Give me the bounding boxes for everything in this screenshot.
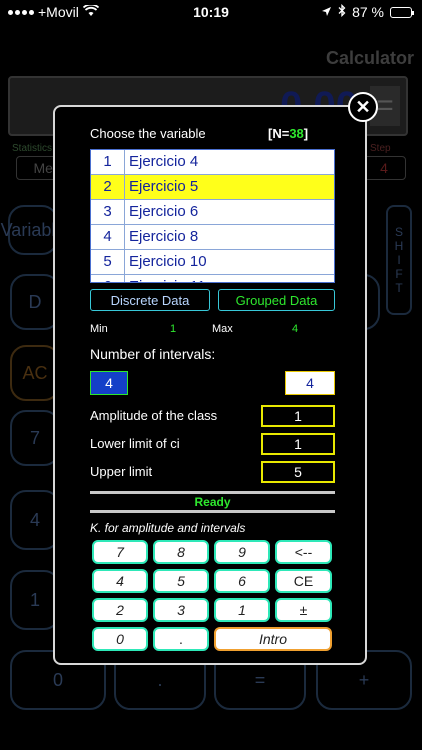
min-value: 1 [170,323,177,335]
list-item[interactable]: 3 Ejercicio 6 [91,200,334,225]
list-item-index: 5 [91,250,125,274]
count-value: 38 [289,126,304,141]
variable-button[interactable]: Variable [1,205,65,255]
lower-limit-field[interactable]: 1 [261,433,335,455]
grouped-data-button[interactable]: Grouped Data [218,289,335,311]
battery-icon [390,6,414,18]
sample-size: [N=38] [268,126,308,141]
list-item-index: 2 [91,175,125,199]
amplitude-field[interactable]: 1 [261,405,335,427]
statistics-label: Statistics [12,143,53,154]
app-title: Calculator [325,48,414,68]
max-label: Max [212,323,233,335]
battery-percent: 87 % [352,4,384,20]
location-icon [321,4,332,20]
upper-limit-field[interactable]: 5 [261,461,335,483]
count-prefix: [N= [268,126,290,141]
shift-letter: F [395,267,403,281]
list-item-name: Ejercicio 5 [129,178,199,195]
list-item[interactable]: 5 Ejercicio 10 [91,250,334,275]
intro-key[interactable]: Intro [214,627,332,651]
decimal-key[interactable]: . [153,627,209,651]
keypad-hint: K. for amplitude and intervals [90,521,246,535]
max-value: 4 [292,323,299,335]
lower-limit-label: Lower limit of ci [90,436,180,451]
clear-entry-key[interactable]: CE [275,569,332,593]
close-button[interactable]: ✕ [348,92,378,122]
step-label: Step [370,143,391,154]
list-item-index: 4 [91,225,125,249]
discrete-data-button[interactable]: Discrete Data [90,289,210,311]
intervals-input[interactable]: 4 [285,371,335,395]
intervals-label: Number of intervals: [90,346,216,362]
shift-letter: I [397,253,401,267]
list-item[interactable]: 1 Ejercicio 4 [91,150,334,175]
variable-list[interactable]: 1 Ejercicio 4 2 Ejercicio 5 3 Ejercicio … [90,149,335,283]
shift-letter: H [394,239,404,253]
backspace-key[interactable]: <-- [275,540,332,564]
key-0[interactable]: 0 [92,627,148,651]
count-suffix: ] [303,126,309,141]
list-item-index: 1 [91,150,125,174]
key-1[interactable]: 1 [214,598,270,622]
list-item-name: Ejercicio 8 [129,228,199,245]
key-2[interactable]: 2 [92,598,148,622]
shift-letter: T [395,281,403,295]
bluetooth-icon [338,3,346,20]
step-value[interactable]: 4 [362,156,406,180]
status-bar: +Movil 10:19 87 % [0,0,422,26]
upper-limit-label: Upper limit [90,464,153,479]
list-item[interactable]: 6 Ejercicio 11 [91,275,334,282]
status-right: 87 % [321,3,414,20]
shift-letter: S [394,225,403,239]
list-item-selected[interactable]: 2 Ejercicio 5 [91,175,334,200]
suggested-intervals[interactable]: 4 [90,371,128,395]
list-item-name: Ejercicio 11 [125,275,334,282]
list-item-name: Ejercicio 4 [129,153,199,170]
shift-button[interactable]: S H I F T [386,205,412,315]
amplitude-label: Amplitude of the class [90,408,218,423]
variable-dialog: Choose the variable [N=38] 1 Ejercicio 4… [53,105,367,665]
key-8[interactable]: 8 [153,540,209,564]
list-item-name: Ejercicio 6 [129,203,199,220]
key-7[interactable]: 7 [92,540,148,564]
list-item-index: 3 [91,200,125,224]
key-9[interactable]: 9 [214,540,270,564]
key-6[interactable]: 6 [214,569,270,593]
dialog-title: Choose the variable [90,126,206,141]
key-5[interactable]: 5 [153,569,209,593]
close-icon: ✕ [355,96,371,117]
plus-minus-key[interactable]: ± [275,598,332,622]
list-item[interactable]: 4 Ejercicio 8 [91,225,334,250]
key-3[interactable]: 3 [153,598,209,622]
status-text: Ready [90,491,335,513]
list-item-name: Ejercicio 10 [129,253,207,270]
key-4[interactable]: 4 [92,569,148,593]
list-item-index: 6 [91,275,125,282]
min-label: Min [90,323,108,335]
